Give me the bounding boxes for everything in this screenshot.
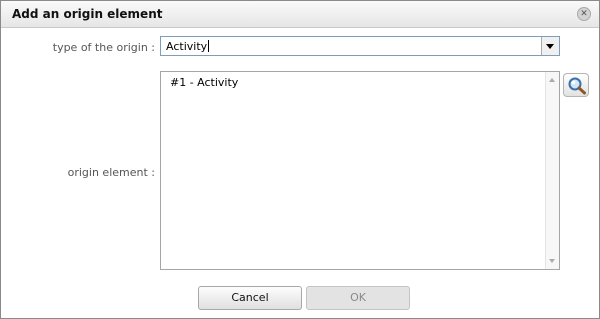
type-of-origin-label: type of the origin : xyxy=(52,41,155,54)
magnifier-icon xyxy=(568,77,586,95)
add-origin-dialog: Add an origin element ✕ type of the orig… xyxy=(0,0,600,319)
dropdown-arrow-button[interactable] xyxy=(541,37,559,55)
close-icon[interactable]: ✕ xyxy=(577,7,591,21)
type-of-origin-combobox[interactable]: Activity xyxy=(160,36,560,56)
scroll-down-arrow-icon[interactable] xyxy=(549,259,555,263)
origin-element-list[interactable]: #1 - Activity xyxy=(160,71,560,270)
chevron-down-icon xyxy=(546,44,554,49)
search-button[interactable] xyxy=(563,73,589,97)
ok-button[interactable]: OK xyxy=(306,286,410,310)
list-item[interactable]: #1 - Activity xyxy=(170,76,238,89)
scroll-up-arrow-icon[interactable] xyxy=(549,78,555,82)
list-scrollbar[interactable] xyxy=(545,72,559,269)
origin-element-label: origin element : xyxy=(67,166,155,179)
dialog-titlebar: Add an origin element ✕ xyxy=(1,1,599,28)
dialog-title: Add an origin element xyxy=(12,7,163,21)
cancel-button[interactable]: Cancel xyxy=(198,286,302,310)
type-of-origin-value: Activity xyxy=(166,40,210,53)
